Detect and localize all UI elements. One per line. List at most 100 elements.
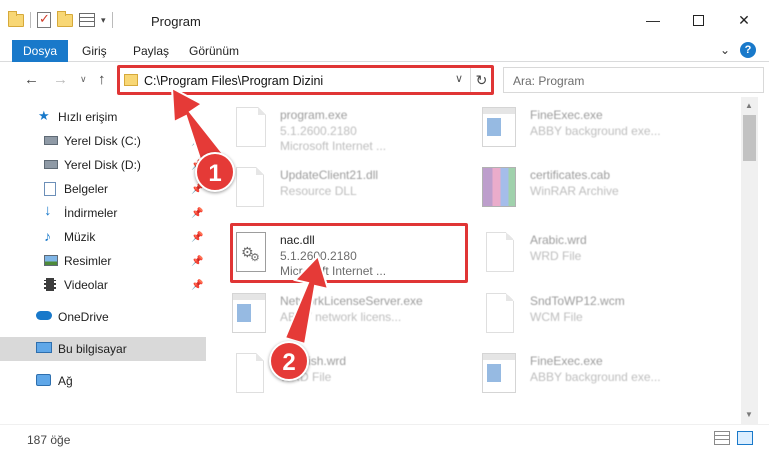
scroll-down-icon[interactable]: ▼ (745, 410, 753, 419)
document-icon (236, 167, 264, 207)
file-description: ABBY background exe... (530, 124, 661, 138)
file-description: Resource DLL (280, 184, 357, 198)
file-name: Arabic.wrd (530, 233, 587, 247)
videos-icon (44, 278, 56, 291)
sidebar-item-drive-c[interactable]: Yerel Disk (C:) 📌 (0, 129, 206, 153)
search-placeholder: Ara: Program (513, 74, 585, 88)
new-folder-icon[interactable] (57, 10, 73, 27)
status-bar: 187 öğe (0, 424, 769, 466)
minimize-button[interactable]: — (630, 0, 676, 40)
file-item[interactable]: SndToWP12.wcm WCM File (460, 283, 700, 343)
item-count: 187 öğe (27, 433, 71, 447)
file-name: SndToWP12.wcm (530, 294, 625, 308)
sidebar-item-pictures[interactable]: Resimler 📌 (0, 249, 206, 273)
file-item[interactable]: NetworkLicenseServer.exe ABBY network li… (210, 283, 450, 343)
back-button[interactable]: ← (24, 71, 39, 88)
exe-icon (236, 107, 266, 147)
close-button[interactable]: ✕ (721, 0, 767, 40)
forward-button[interactable]: → (53, 71, 68, 88)
network-icon (36, 374, 51, 386)
file-description: Microsoft Internet ... (280, 139, 387, 153)
scroll-up-icon[interactable]: ▲ (745, 101, 753, 110)
folder-icon (124, 74, 138, 86)
ribbon-tabs: Dosya Giriş Paylaş Görünüm ⌄ ? (0, 40, 769, 62)
file-version: 5.1.2600.2180 (280, 249, 357, 263)
sidebar-item-onedrive[interactable]: OneDrive (0, 305, 206, 329)
large-icons-view-icon[interactable] (737, 431, 753, 445)
file-item[interactable]: UpdateClient21.dll Resource DLL (210, 157, 450, 217)
address-path[interactable]: C:\Program Files\Program Dizini (144, 74, 323, 88)
file-item-nac-dll[interactable]: ⚙ ⚙ nac.dll 5.1.2600.2180 Microsoft Inte… (210, 222, 450, 282)
file-item[interactable]: FineExec.exe ABBY background exe... (460, 97, 700, 157)
properties-check-icon[interactable] (37, 11, 51, 28)
maximize-button[interactable] (675, 0, 721, 40)
tab-share[interactable]: Paylaş (133, 40, 169, 62)
sidebar-item-label: Yerel Disk (C:) (64, 134, 141, 148)
file-description: Microsoft Internet ... (280, 264, 387, 278)
archive-icon (482, 167, 516, 207)
expand-ribbon-icon[interactable]: ⌄ (720, 43, 730, 57)
sidebar-item-videos[interactable]: Videolar 📌 (0, 273, 206, 297)
tab-view[interactable]: Görünüm (189, 40, 239, 62)
step-2-badge: 2 (269, 341, 309, 381)
drive-icon (44, 160, 58, 169)
tab-file[interactable]: Dosya (12, 40, 68, 62)
sidebar-item-label: Ağ (58, 374, 73, 388)
file-item[interactable]: FineExec.exe ABBY background exe... (460, 343, 700, 403)
download-icon: ↓ (44, 202, 52, 219)
sidebar-item-documents[interactable]: Belgeler 📌 (0, 177, 206, 201)
sidebar-item-label: İndirmeler (64, 206, 118, 220)
file-name: program.exe (280, 108, 348, 122)
up-button[interactable]: ↑ (98, 71, 106, 88)
address-dropdown-icon[interactable]: ∨ (455, 72, 463, 85)
maximize-icon (692, 14, 704, 26)
sidebar-item-label: Bu bilgisayar (58, 342, 127, 356)
app-window-icon (482, 353, 516, 393)
pin-icon[interactable]: 📌 (191, 280, 203, 291)
sidebar-item-label: Resimler (64, 254, 112, 268)
vertical-scrollbar[interactable]: ▲ ▼ (741, 97, 758, 424)
star-icon: ★ (38, 108, 50, 123)
customize-toolbar-icon[interactable]: ▾ (101, 15, 106, 26)
sidebar-item-downloads[interactable]: ↓ İndirmeler 📌 (0, 201, 206, 225)
file-description: WinRAR Archive (530, 184, 619, 198)
sidebar-item-label: Videolar (64, 278, 108, 292)
tab-home[interactable]: Giriş (82, 40, 107, 62)
pin-icon[interactable]: 📌 (191, 232, 203, 243)
pictures-icon (44, 255, 58, 266)
sidebar-item-network[interactable]: Ağ (0, 369, 206, 393)
gear-icon: ⚙ (250, 252, 260, 264)
file-name: NetworkLicenseServer.exe (280, 294, 423, 308)
explorer-window: ▾ Program — ✕ Dosya Giriş Paylaş Görünüm… (0, 0, 769, 466)
toolbar-divider (30, 12, 31, 28)
document-icon (486, 232, 514, 272)
file-name: FineExec.exe (530, 354, 603, 368)
address-bar[interactable]: C:\Program Files\Program Dizini ∨ ↻ (117, 67, 492, 93)
file-item[interactable]: Spanish.wrd WRD File (210, 343, 450, 403)
help-icon[interactable]: ? (740, 42, 756, 58)
search-input[interactable]: Ara: Program (503, 67, 764, 93)
app-window-icon (482, 107, 516, 147)
properties-icon[interactable] (79, 13, 95, 27)
pin-icon[interactable]: 📌 (191, 136, 203, 147)
file-item[interactable]: program.exe 5.1.2600.2180 Microsoft Inte… (210, 97, 450, 157)
sidebar-item-quick-access[interactable]: ★ Hızlı erişim (0, 105, 206, 129)
file-name: FineExec.exe (530, 108, 603, 122)
recent-locations-icon[interactable]: ∨ (80, 74, 87, 85)
folder-icon (8, 10, 24, 27)
file-name: certificates.cab (530, 168, 611, 182)
scroll-thumb[interactable] (743, 115, 756, 161)
file-item[interactable]: certificates.cab WinRAR Archive (460, 157, 700, 217)
computer-icon (36, 342, 52, 353)
toolbar-divider (111, 12, 113, 28)
sidebar-item-music[interactable]: ♪ Müzik 📌 (0, 225, 206, 249)
close-icon: ✕ (738, 11, 750, 28)
refresh-button[interactable]: ↻ (470, 68, 492, 92)
pin-icon[interactable]: 📌 (191, 256, 203, 267)
file-item[interactable]: Arabic.wrd WRD File (460, 222, 700, 282)
sidebar-item-drive-d[interactable]: Yerel Disk (D:) 📌 (0, 153, 206, 177)
step-1-badge: 1 (195, 152, 235, 192)
sidebar-item-this-pc[interactable]: Bu bilgisayar (0, 337, 206, 361)
pin-icon[interactable]: 📌 (191, 208, 203, 219)
details-view-icon[interactable] (714, 431, 730, 445)
